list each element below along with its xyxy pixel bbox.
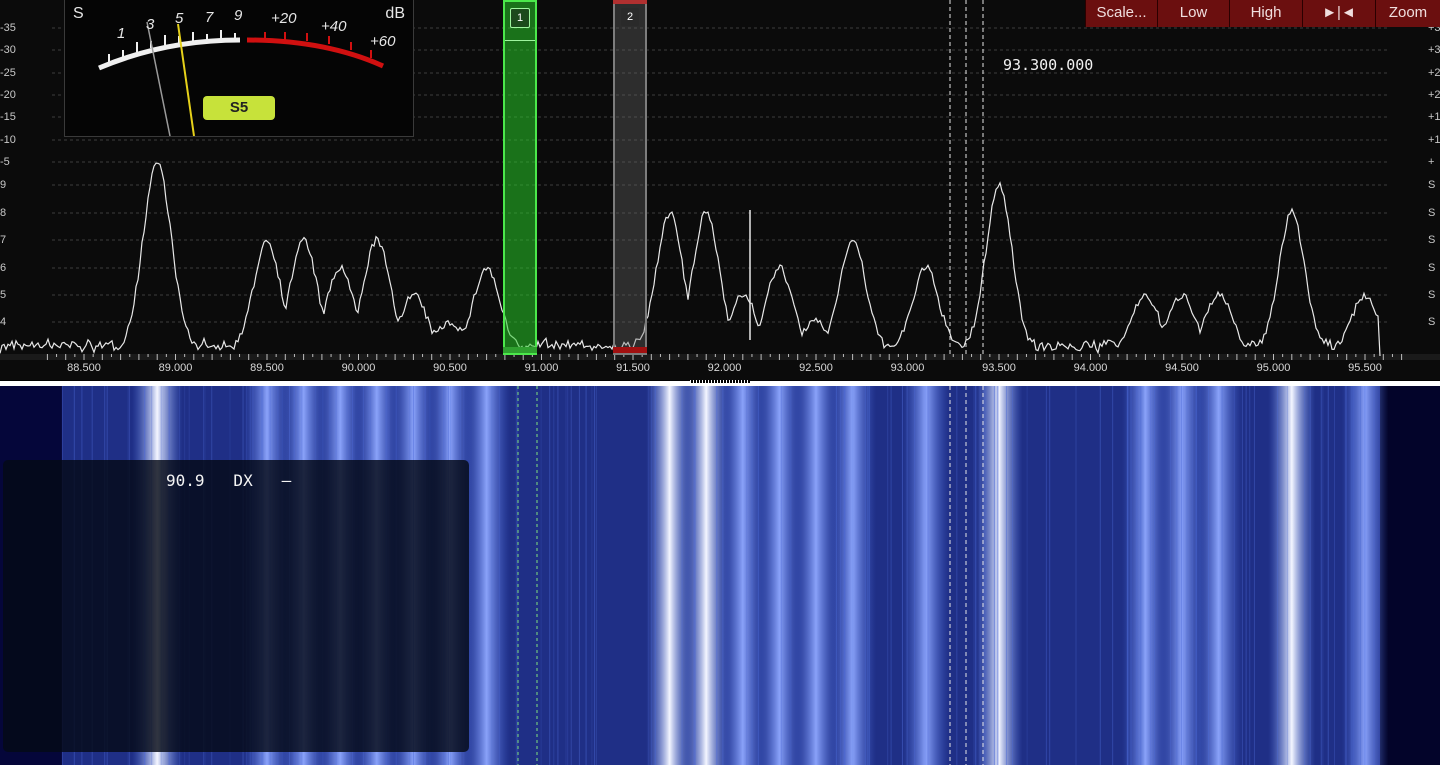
fit-span-button[interactable]: ►|◄ xyxy=(1302,0,1375,27)
frequency-tick-label: 90.000 xyxy=(341,362,376,374)
frequency-tick-label: 95.500 xyxy=(1348,362,1382,374)
channel-marker-1[interactable]: 1 xyxy=(503,0,537,355)
channel-marker-2[interactable]: 2 xyxy=(613,0,647,355)
zoom-button[interactable]: Zoom xyxy=(1375,0,1440,27)
s-meter-s-label: S xyxy=(73,5,84,22)
frequency-tick-label: 92.000 xyxy=(707,362,742,374)
waterfall-display[interactable]: 90.9 DX — xyxy=(0,386,1440,765)
right-axis-label: +3 xyxy=(1428,44,1440,56)
waterfall-streak xyxy=(1195,386,1242,765)
splitter-grip[interactable] xyxy=(690,380,750,383)
spectrum-toolbar: Scale... Low High ►|◄ Zoom xyxy=(1085,0,1440,27)
right-axis-label: S xyxy=(1428,289,1436,301)
waterfall-streak xyxy=(463,386,510,765)
marker-center-line xyxy=(505,40,535,41)
left-axis-label: 5 xyxy=(0,289,7,301)
low-button[interactable]: Low xyxy=(1157,0,1229,27)
marker-cap-2 xyxy=(613,0,647,4)
left-axis-label: -25 xyxy=(0,67,16,79)
spectrum-display[interactable]: -35 -30 -25 -20 -15 -10 -5 9 8 7 6 5 4 +3 +3 +2 +2 +1 +1 +… xyxy=(0,0,1440,380)
spectrum-trace xyxy=(0,162,1381,357)
right-axis-label: +2 xyxy=(1428,89,1440,101)
frequency-tick-label: 89.500 xyxy=(250,362,284,374)
tuned-frequency-readout: 93.300.000 xyxy=(1003,56,1094,74)
frequency-tick-label: 91.500 xyxy=(616,362,650,374)
frequency-tick-label: 94.000 xyxy=(1073,362,1108,374)
s-meter: S dB 1 3 5 7 9 +20 +40 +60 S5 xyxy=(64,0,414,137)
s-scale-1: 1 xyxy=(117,25,126,42)
left-axis-label: -15 xyxy=(0,111,16,123)
waterfall-edge xyxy=(1380,386,1440,765)
s-meter-db-label: dB xyxy=(385,5,405,22)
right-axis-label: S xyxy=(1428,179,1436,191)
rds-station-text: 90.9 DX — xyxy=(166,471,292,490)
left-axis-label: 6 xyxy=(0,262,7,274)
right-axis-label: S xyxy=(1428,234,1436,246)
right-axis-label: S xyxy=(1428,207,1436,219)
frequency-tick-label: 88.500 xyxy=(67,362,101,374)
db-scale-60: +60 xyxy=(370,33,396,50)
left-axis-label: 7 xyxy=(0,234,7,246)
frequency-tick-label: 89.000 xyxy=(158,362,193,374)
right-axis-label: S xyxy=(1428,316,1436,328)
marker-handle-2[interactable] xyxy=(613,347,647,353)
left-axis-label: -35 xyxy=(0,22,16,34)
right-axis-label: +1 xyxy=(1428,111,1440,123)
frequency-tick-label: 91.000 xyxy=(524,362,559,374)
right-axis-label: +1 xyxy=(1428,134,1440,146)
scale-button[interactable]: Scale... xyxy=(1085,0,1157,27)
frequency-tick-label: 93.000 xyxy=(890,362,925,374)
rds-overlay-panel: 90.9 DX — xyxy=(3,460,469,752)
frequency-tick-label: 92.500 xyxy=(799,362,833,374)
left-axis-label: 8 xyxy=(0,207,7,219)
db-scale-arc xyxy=(246,37,385,69)
s-scale-5: 5 xyxy=(175,10,184,27)
s-scale-9: 9 xyxy=(234,7,243,24)
left-axis-label: -30 xyxy=(0,44,16,56)
frequency-ruler xyxy=(0,354,1440,360)
left-axis-label: -10 xyxy=(0,134,16,146)
left-axis-label: 4 xyxy=(0,316,7,328)
right-axis-label: S xyxy=(1428,262,1436,274)
db-scale-40: +40 xyxy=(321,18,347,35)
high-button[interactable]: High xyxy=(1229,0,1302,27)
waterfall-streak xyxy=(1268,386,1316,765)
s-scale-3: 3 xyxy=(146,16,155,33)
left-axis-label: 9 xyxy=(0,179,7,191)
left-axis-label: -20 xyxy=(0,89,16,101)
frequency-tick-label: 93.500 xyxy=(982,362,1016,374)
db-scale-20: +20 xyxy=(271,10,297,27)
frequency-tick-label: 94.500 xyxy=(1165,362,1199,374)
s-scale-arc xyxy=(98,37,241,71)
marker-handle-1[interactable] xyxy=(503,347,537,353)
peak-needle xyxy=(146,21,171,136)
frequency-tick-label: 90.500 xyxy=(433,362,467,374)
marker-badge-1[interactable]: 1 xyxy=(510,8,530,28)
frequency-tick-label: 95.000 xyxy=(1256,362,1291,374)
marker-badge-2[interactable]: 2 xyxy=(621,8,639,26)
waterfall-streak xyxy=(902,386,950,765)
s-scale-7: 7 xyxy=(205,9,214,26)
left-axis-label: -5 xyxy=(0,156,10,168)
s-reading-badge: S5 xyxy=(203,96,275,120)
right-axis-label: + xyxy=(1428,156,1435,168)
right-axis-label: +2 xyxy=(1428,67,1440,79)
